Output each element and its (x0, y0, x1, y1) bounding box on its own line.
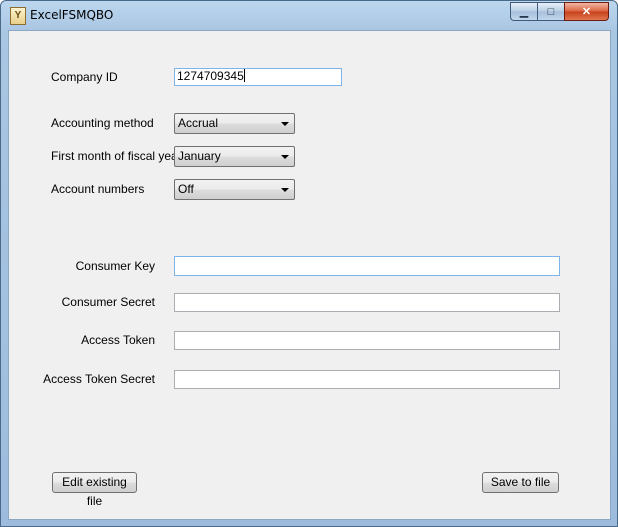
title-bar[interactable]: Y ExcelFSMQBO ▁ □ ✕ (1, 1, 617, 31)
form-panel: Company ID 1274709345 Accounting method … (8, 30, 611, 520)
account-numbers-label: Account numbers (51, 182, 145, 196)
fiscal-month-value: January (178, 149, 221, 163)
window-title: ExcelFSMQBO (30, 8, 114, 22)
account-numbers-value: Off (178, 182, 194, 196)
consumer-secret-input[interactable] (174, 293, 560, 312)
access-token-secret-label: Access Token Secret (43, 372, 155, 386)
account-numbers-select[interactable]: Off (174, 179, 295, 200)
company-id-label: Company ID (51, 70, 118, 84)
maximize-button[interactable]: □ (537, 2, 564, 21)
accounting-method-select[interactable]: Accrual (174, 113, 295, 134)
close-button[interactable]: ✕ (564, 2, 609, 21)
text-caret (243, 69, 245, 82)
accounting-method-value: Accrual (178, 116, 219, 130)
dropdown-arrow-icon (281, 122, 289, 126)
access-token-input[interactable] (174, 331, 560, 350)
minimize-icon: ▁ (519, 6, 529, 18)
access-token-label: Access Token (81, 333, 155, 347)
accounting-method-label: Accounting method (51, 116, 154, 130)
company-id-input[interactable]: 1274709345 (174, 68, 342, 86)
consumer-key-label: Consumer Key (75, 259, 155, 273)
dropdown-arrow-icon (281, 155, 289, 159)
save-to-file-button[interactable]: Save to file (482, 472, 559, 493)
consumer-secret-label: Consumer Secret (61, 295, 155, 309)
caption-buttons: ▁ □ ✕ (510, 2, 609, 22)
fiscal-month-label: First month of fiscal year (51, 149, 182, 163)
edit-existing-file-button[interactable]: Edit existing file (52, 472, 137, 508)
consumer-key-input[interactable] (174, 256, 560, 276)
app-window: Y ExcelFSMQBO ▁ □ ✕ Company ID 127470934… (0, 0, 618, 527)
access-token-secret-input[interactable] (174, 370, 560, 389)
minimize-button[interactable]: ▁ (510, 2, 537, 21)
close-icon: ✕ (581, 6, 592, 18)
app-icon: Y (10, 7, 26, 25)
dropdown-arrow-icon (281, 188, 289, 192)
company-id-value: 1274709345 (177, 69, 244, 83)
maximize-icon: □ (547, 5, 555, 18)
fiscal-month-select[interactable]: January (174, 146, 295, 167)
